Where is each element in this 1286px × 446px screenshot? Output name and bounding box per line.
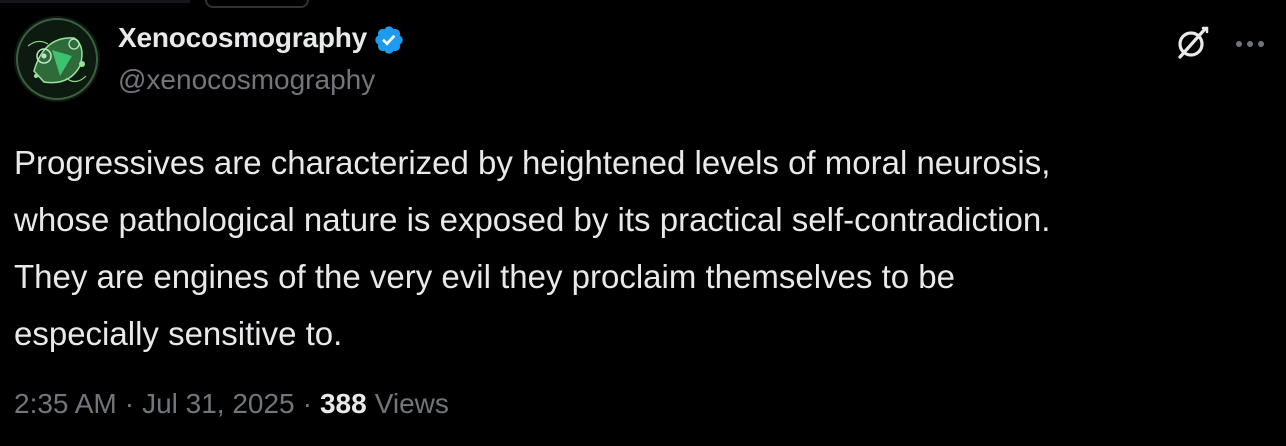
meta-separator: · [124, 388, 135, 419]
tweet-header: Xenocosmography @xenocosmography [14, 16, 1272, 106]
grok-icon[interactable] [1172, 23, 1212, 63]
meta-separator: · [302, 388, 312, 419]
tweet-meta: 2:35 AM · Jul 31, 2025 · 388 Views [14, 384, 449, 424]
tweet-text: Progressives are characterized by height… [14, 134, 1264, 362]
tweet-text-line: They are engines of the very evil they p… [14, 258, 955, 295]
previous-post-fragment [205, 0, 309, 8]
author-name-row: Xenocosmography [118, 20, 405, 56]
tweet-text-line: Progressives are characterized by height… [14, 144, 1051, 181]
author-handle[interactable]: @xenocosmography [118, 64, 375, 96]
tweet-timestamp-date[interactable]: Jul 31, 2025 [142, 388, 295, 420]
author-display-name[interactable]: Xenocosmography [118, 22, 367, 54]
more-options-icon[interactable] [1232, 26, 1268, 62]
previous-post-divider [0, 0, 190, 3]
verified-badge-icon[interactable] [373, 24, 405, 56]
tweet-text-line: whose pathological nature is exposed by … [14, 201, 1051, 238]
views-count: 388 [319, 388, 367, 419]
tweet-timestamp-time[interactable]: 2:35 AM [14, 388, 117, 420]
avatar-image [14, 16, 100, 102]
views-label: Views [374, 388, 449, 419]
tweet-text-line: especially sensitive to. [14, 315, 343, 352]
avatar[interactable] [14, 16, 100, 102]
